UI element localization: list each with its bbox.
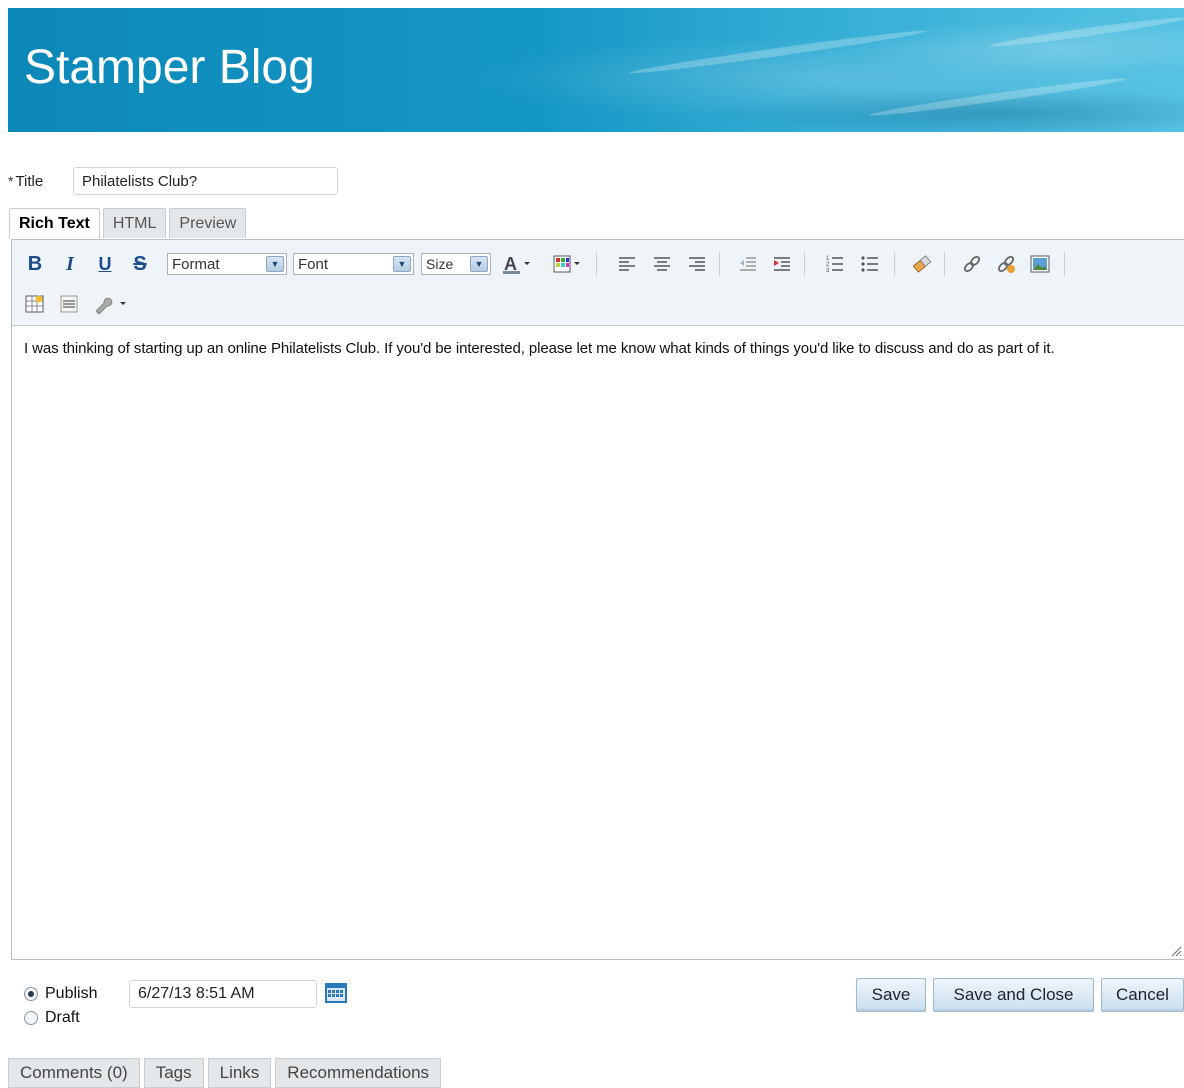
font-select[interactable]: Font ▼	[293, 253, 414, 275]
text-color-icon[interactable]: A	[502, 253, 532, 275]
align-center-icon[interactable]	[651, 253, 673, 275]
link-icon[interactable]	[961, 253, 983, 275]
underline-button[interactable]: U	[94, 252, 116, 276]
rich-text-editor: B I U S Format ▼ Font ▼ Size ▼ A 1 2 3 I…	[11, 239, 1184, 960]
chevron-down-icon: ▼	[393, 256, 411, 272]
tab-html[interactable]: HTML	[102, 208, 167, 238]
draft-radio[interactable]	[24, 1011, 38, 1025]
unlink-icon[interactable]	[995, 253, 1017, 275]
editor-content[interactable]: I was thinking of starting up an online …	[12, 326, 1184, 371]
image-icon[interactable]	[1029, 253, 1051, 275]
strikethrough-button[interactable]: S	[129, 252, 151, 276]
tab-recommendations[interactable]: Recommendations	[275, 1058, 442, 1088]
editor-toolbar: B I U S Format ▼ Font ▼ Size ▼ A 1 2 3	[12, 240, 1184, 326]
align-left-icon[interactable]	[616, 253, 638, 275]
numbered-list-icon[interactable]: 123	[824, 253, 846, 275]
svg-text:3: 3	[826, 268, 830, 274]
size-select[interactable]: Size ▼	[421, 253, 491, 275]
tab-comments[interactable]: Comments (0)	[8, 1058, 140, 1088]
title-label: Title	[15, 172, 44, 190]
font-select-label: Font	[298, 255, 329, 273]
tab-rich-text[interactable]: Rich Text	[9, 208, 100, 239]
italic-button[interactable]: I	[59, 252, 81, 276]
publish-options: Publish Draft	[24, 982, 97, 1030]
save-button[interactable]: Save	[856, 978, 926, 1012]
publish-radio[interactable]	[24, 987, 38, 1001]
blog-title: Stamper Blog	[24, 41, 315, 94]
tab-links[interactable]: Links	[207, 1058, 272, 1088]
bulleted-list-icon[interactable]	[859, 253, 881, 275]
horizontal-rule-icon[interactable]	[58, 293, 80, 315]
resize-handle-icon[interactable]	[1170, 945, 1182, 957]
insert-table-icon[interactable]	[24, 293, 46, 315]
format-select[interactable]: Format ▼	[167, 253, 287, 275]
indent-icon[interactable]	[771, 253, 793, 275]
editor-mode-tabs: Rich Text HTML Preview	[9, 208, 249, 239]
outdent-icon[interactable]	[737, 253, 759, 275]
remove-format-icon[interactable]	[911, 253, 933, 275]
size-select-label: Size	[426, 256, 454, 272]
publish-option[interactable]: Publish	[24, 982, 97, 1006]
chevron-down-icon: ▼	[266, 256, 284, 272]
bottom-tabs: Comments (0) Tags Links Recommendations	[8, 1058, 445, 1088]
publish-date-input[interactable]	[129, 980, 317, 1008]
tab-preview[interactable]: Preview	[169, 208, 247, 238]
draft-option[interactable]: Draft	[24, 1006, 97, 1030]
title-input[interactable]	[73, 167, 338, 195]
background-color-icon[interactable]	[552, 253, 582, 275]
required-marker: *	[8, 173, 14, 189]
title-row: * Title	[8, 167, 338, 195]
calendar-icon[interactable]	[324, 982, 348, 1004]
site-banner: Stamper Blog	[8, 8, 1184, 132]
format-select-label: Format	[172, 255, 220, 273]
tools-icon[interactable]	[92, 293, 128, 315]
align-right-icon[interactable]	[686, 253, 708, 275]
bold-button[interactable]: B	[24, 252, 46, 276]
publish-label: Publish	[45, 985, 98, 1002]
save-and-close-button[interactable]: Save and Close	[933, 978, 1094, 1012]
chevron-down-icon: ▼	[470, 256, 488, 272]
cancel-button[interactable]: Cancel	[1101, 978, 1184, 1012]
tab-tags[interactable]: Tags	[143, 1058, 204, 1088]
draft-label: Draft	[45, 1009, 80, 1026]
